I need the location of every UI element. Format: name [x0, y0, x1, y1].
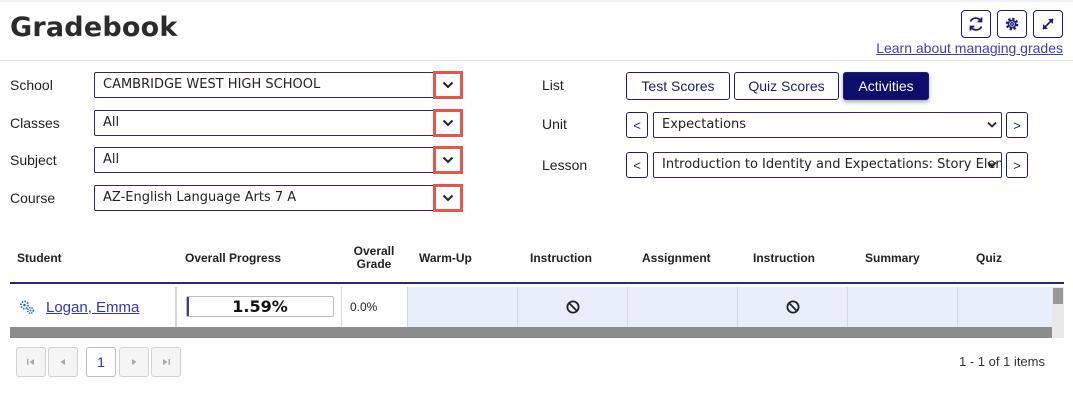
instruction-cell[interactable]	[738, 287, 848, 327]
scrollbar-thumb[interactable]	[10, 327, 1052, 338]
student-name-link[interactable]: Logan, Emma	[46, 299, 139, 316]
assignment-cell[interactable]	[628, 287, 738, 327]
gear-icon	[1005, 17, 1019, 31]
first-page-button[interactable]	[16, 347, 46, 377]
grid-header: Student Overall Progress Overall Grade W…	[10, 240, 1064, 284]
unit-label: Unit	[542, 116, 567, 132]
lesson-label: Lesson	[542, 157, 588, 173]
classes-value: All	[103, 115, 120, 130]
refresh-button[interactable]	[961, 10, 991, 38]
chevron-right-icon: >	[1013, 117, 1021, 133]
next-page-button[interactable]	[119, 347, 149, 377]
chevron-left-icon: <	[633, 157, 641, 173]
chevron-right-icon: >	[1013, 157, 1021, 173]
school-select[interactable]: CAMBRIDGE WEST HIGH SCHOOL	[94, 71, 463, 99]
blocked-icon	[566, 300, 579, 314]
course-select[interactable]: AZ-English Language Arts 7 A	[94, 184, 463, 212]
header-divider	[0, 60, 1073, 61]
unit-value: Expectations	[662, 117, 747, 132]
chevron-down-icon[interactable]	[433, 184, 463, 212]
unit-next-button[interactable]: >	[1006, 112, 1028, 138]
subject-label: Subject	[10, 152, 57, 168]
last-page-icon	[163, 359, 170, 365]
col-student[interactable]: Student	[17, 252, 62, 265]
col-overall-progress[interactable]: Overall Progress	[185, 252, 281, 265]
unit-prev-button[interactable]: <	[626, 112, 648, 138]
lesson-next-button[interactable]: >	[1006, 152, 1028, 178]
list-label: List	[542, 77, 564, 93]
progress-cell: 1.59%	[176, 287, 342, 327]
tab-activities[interactable]: Activities	[843, 72, 929, 100]
tab-quiz-scores[interactable]: Quiz Scores	[734, 72, 839, 100]
lesson-prev-button[interactable]: <	[626, 152, 648, 178]
next-page-icon	[132, 359, 137, 365]
col-assignment[interactable]: Assignment	[642, 252, 711, 265]
page-button-current[interactable]: 1	[86, 347, 116, 377]
subject-value: All	[103, 152, 120, 167]
learn-managing-grades-link[interactable]: Learn about managing grades	[876, 40, 1063, 56]
tab-test-scores[interactable]: Test Scores	[626, 72, 730, 100]
course-value: AZ-English Language Arts 7 A	[103, 190, 297, 205]
pager-info: 1 - 1 of 1 items	[959, 354, 1045, 369]
chevron-down-icon	[987, 161, 997, 168]
progress-text: 1.59%	[232, 297, 288, 316]
last-page-button[interactable]	[151, 347, 181, 377]
top-border	[0, 0, 1073, 2]
col-instruction-1[interactable]: Instruction	[530, 252, 592, 265]
summary-cell[interactable]	[848, 287, 958, 327]
col-summary[interactable]: Summary	[865, 252, 920, 265]
chevron-down-icon[interactable]	[433, 109, 463, 137]
progress-bar: 1.59%	[186, 296, 334, 317]
col-warm-up[interactable]: Warm-Up	[419, 252, 472, 265]
horizontal-scrollbar[interactable]	[10, 327, 1052, 338]
school-label: School	[10, 77, 53, 93]
col-quiz[interactable]: Quiz	[976, 252, 1002, 265]
lesson-value: Introduction to Identity and Expectation…	[662, 157, 1002, 172]
col-overall-grade[interactable]: Overall Grade	[350, 245, 398, 271]
expand-icon	[1042, 18, 1054, 30]
prev-page-icon	[60, 359, 65, 365]
refresh-icon	[969, 17, 983, 31]
grade-cell: 0.0%	[342, 287, 408, 327]
instruction-cell[interactable]	[518, 287, 628, 327]
classes-select[interactable]: All	[94, 109, 463, 137]
vertical-scrollbar[interactable]	[1052, 287, 1064, 338]
chevron-left-icon: <	[633, 117, 641, 133]
settings-button[interactable]	[997, 10, 1027, 38]
warm-up-cell[interactable]	[408, 287, 518, 327]
blocked-icon	[786, 300, 799, 314]
quiz-cell[interactable]	[958, 287, 1052, 327]
course-label: Course	[10, 190, 56, 206]
chevron-down-icon	[987, 121, 997, 128]
lesson-select[interactable]: Introduction to Identity and Expectation…	[653, 152, 1002, 178]
col-instruction-2[interactable]: Instruction	[753, 252, 815, 265]
subject-select[interactable]: All	[94, 146, 463, 174]
table-row: Logan, Emma 1.59% 0.0%	[10, 287, 1052, 327]
student-cell: Logan, Emma	[10, 287, 176, 327]
scrollbar-thumb[interactable]	[1053, 288, 1063, 304]
page-title: Gradebook	[10, 12, 178, 43]
unit-select[interactable]: Expectations	[653, 112, 1002, 138]
first-page-icon	[27, 359, 34, 365]
student-settings-icon[interactable]	[18, 298, 36, 316]
prev-page-button[interactable]	[48, 347, 78, 377]
classes-label: Classes	[10, 115, 60, 131]
chevron-down-icon[interactable]	[433, 146, 463, 174]
chevron-down-icon[interactable]	[433, 71, 463, 99]
fullscreen-button[interactable]	[1033, 10, 1063, 38]
school-value: CAMBRIDGE WEST HIGH SCHOOL	[103, 77, 321, 92]
